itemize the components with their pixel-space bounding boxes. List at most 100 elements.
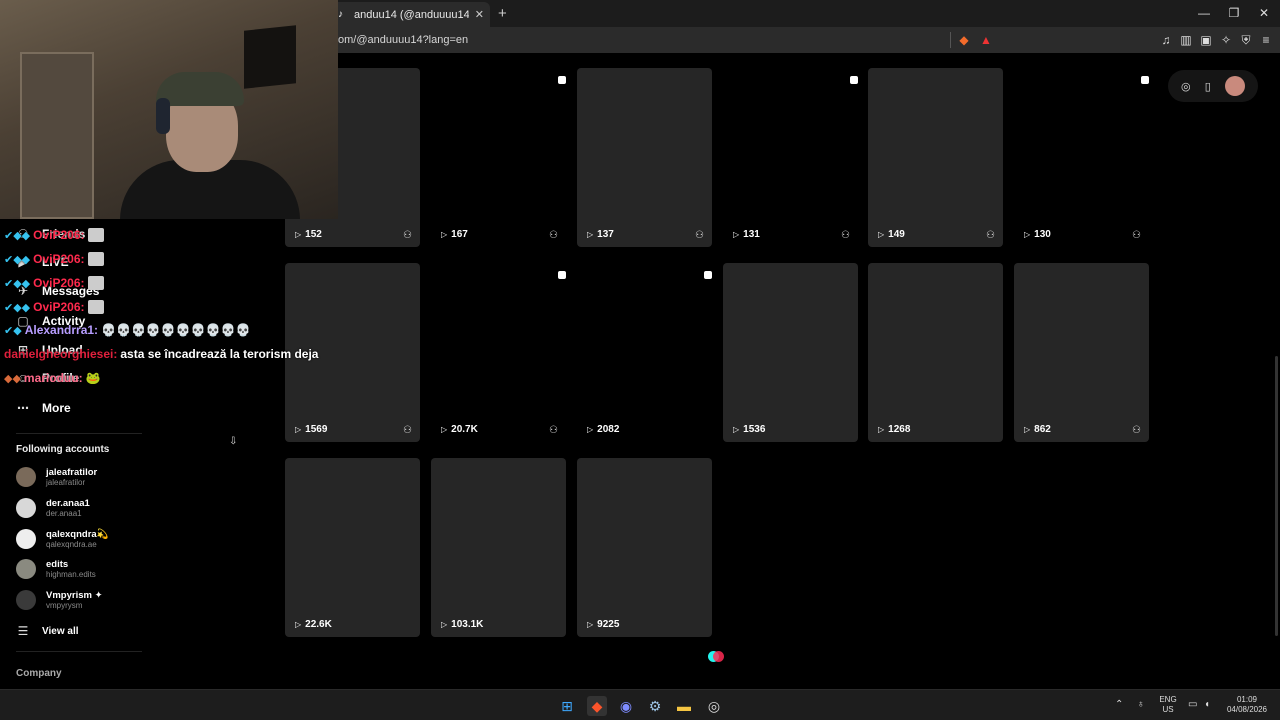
- tray-overflow-icon[interactable]: ⌃: [1115, 700, 1123, 710]
- sidebar-item-label: More: [42, 401, 71, 415]
- avatar: [16, 498, 36, 518]
- view-count-value: 131: [743, 229, 760, 240]
- chat-username: danielgheorghiesei:: [4, 347, 118, 361]
- view-count-value: 862: [1034, 424, 1051, 435]
- view-count-value: 167: [451, 229, 468, 240]
- view-count-value: 1268: [888, 424, 911, 435]
- mod-badge-icon: ✔◆◆: [4, 229, 31, 242]
- view-all-link[interactable]: ☰ View all: [16, 624, 79, 638]
- avatar: [16, 467, 36, 487]
- leo-ai-icon[interactable]: ✧: [1218, 32, 1234, 48]
- tab-close-icon[interactable]: ✕: [475, 8, 484, 21]
- mod-badge-icon: ✔◆◆: [4, 277, 31, 290]
- url-field[interactable]: om/@anduuuu14?lang=en: [338, 34, 468, 46]
- sidebar-toggle-icon[interactable]: ▥: [1178, 32, 1194, 48]
- minimize-button[interactable]: —: [1196, 6, 1212, 20]
- webcam-wall-art: [244, 25, 296, 89]
- play-icon: ▷: [733, 230, 740, 239]
- emote-icon: [87, 276, 104, 290]
- view-count-value: 1536: [743, 424, 766, 435]
- scrollbar[interactable]: [1275, 356, 1278, 636]
- following-account[interactable]: edits highman.edits: [16, 559, 96, 579]
- chat-username: OviP206:: [33, 228, 85, 242]
- media-icon[interactable]: ♫: [1158, 32, 1174, 48]
- video-card[interactable]: ▷ 22.6K: [285, 458, 420, 637]
- clock[interactable]: 01:09 04/08/2026: [1222, 695, 1272, 715]
- chat-message: ✔◆◆ OviP206:: [4, 300, 104, 314]
- video-card[interactable]: ▷ 1536: [723, 263, 858, 442]
- maximize-button[interactable]: ❐: [1226, 6, 1242, 20]
- view-all-label: View all: [42, 625, 79, 637]
- browser-tab[interactable]: ♪ anduu14 (@anduuuu14) | TikTok ✕: [332, 2, 490, 27]
- sub-badge-icon: ◆◆: [4, 372, 21, 385]
- list-icon: ☰: [17, 624, 29, 638]
- video-card[interactable]: ▷ 131 ⚇: [723, 68, 858, 247]
- account-handle: vmpyrysm: [46, 601, 83, 610]
- file-explorer-icon[interactable]: ▬: [674, 696, 694, 716]
- following-account[interactable]: der.anaa1 der.anaa1: [16, 498, 90, 518]
- video-card[interactable]: ▷ 1268: [868, 263, 1003, 442]
- video-card[interactable]: ▷ 103.1K: [431, 458, 566, 637]
- compass-icon[interactable]: ◎: [1181, 80, 1191, 93]
- following-account[interactable]: qalexqndra💫 qalexqndra.ae: [16, 529, 109, 549]
- webcam-background-door: [20, 52, 94, 219]
- steam-icon[interactable]: ⚙: [645, 696, 665, 716]
- account-handle: der.anaa1: [46, 509, 82, 518]
- chat-message: ◆◆ marioduu: 🐸: [4, 371, 101, 385]
- multi-photo-icon: [704, 271, 712, 279]
- video-card[interactable]: ▷ 167 ⚇: [431, 68, 566, 247]
- brave-rewards-icon[interactable]: ▲: [978, 32, 994, 48]
- chat-username: OviP206:: [33, 276, 85, 290]
- play-icon: ▷: [1024, 425, 1031, 434]
- following-account[interactable]: Vmpyrism ✦ vmpyrysm: [16, 590, 103, 610]
- video-card[interactable]: ▷ 130 ⚇: [1014, 68, 1149, 247]
- network-icon[interactable]: ▭: [1188, 700, 1197, 710]
- clock-date: 04/08/2026: [1226, 705, 1268, 714]
- video-card[interactable]: ▷ 149 ⚇: [868, 68, 1003, 247]
- view-count: ▷ 103.1K: [441, 619, 483, 630]
- language-code: ENG: [1159, 695, 1177, 704]
- sidebar-item-more[interactable]: ⋯ More: [16, 401, 71, 415]
- language-indicator[interactable]: ENG US: [1156, 695, 1180, 715]
- friends-only-icon: ⚇: [549, 425, 558, 436]
- view-count: ▷ 149: [878, 229, 905, 240]
- video-card[interactable]: ▷ 2082: [577, 263, 712, 442]
- phone-icon[interactable]: ▯: [1205, 80, 1211, 93]
- multi-photo-icon: [1141, 76, 1149, 84]
- play-icon: ▷: [295, 620, 302, 629]
- play-icon: ▷: [295, 425, 302, 434]
- avatar[interactable]: [1224, 76, 1245, 96]
- vpn-shield-icon[interactable]: ⛨: [1238, 32, 1254, 48]
- microphone-icon[interactable]: ♁: [1137, 700, 1145, 710]
- video-card[interactable]: ▷ 862 ⚇: [1014, 263, 1149, 442]
- windows-taskbar: ⊞ ◆ ◉ ⚙ ▬ ◎ ⌃ ENG US ♁ ▭ ◖ 01:09 04/08/2…: [0, 689, 1280, 720]
- play-icon: ▷: [587, 620, 594, 629]
- view-count-value: 152: [305, 229, 322, 240]
- chat-message: danielgheorghiesei: asta se încadrează l…: [4, 347, 318, 361]
- video-card[interactable]: ▷ 137 ⚇: [577, 68, 712, 247]
- friends-only-icon: ⚇: [695, 230, 704, 241]
- menu-icon[interactable]: ≡: [1258, 32, 1274, 48]
- chat-text: 🐸: [85, 371, 101, 385]
- view-count-value: 2082: [597, 424, 620, 435]
- view-count: ▷ 167: [441, 229, 468, 240]
- region-code: US: [1162, 705, 1174, 714]
- view-count: ▷ 22.6K: [295, 619, 332, 630]
- company-link[interactable]: Company: [16, 668, 62, 679]
- windows-start-icon[interactable]: ⊞: [557, 696, 577, 716]
- wallet-icon[interactable]: ▣: [1198, 32, 1214, 48]
- volume-icon[interactable]: ◖: [1204, 700, 1210, 710]
- following-account[interactable]: jaleafratilor jaleafratilor: [16, 467, 97, 487]
- avatar: [16, 529, 36, 549]
- discord-icon[interactable]: ◉: [616, 696, 636, 716]
- brave-shields-icon[interactable]: ◆: [956, 32, 972, 48]
- friends-only-icon: ⚇: [549, 230, 558, 241]
- emote-icon: [87, 228, 104, 242]
- view-count: ▷ 2082: [587, 424, 619, 435]
- close-window-button[interactable]: ✕: [1256, 6, 1272, 20]
- new-tab-button[interactable]: +: [498, 5, 507, 22]
- obs-icon[interactable]: ◎: [704, 696, 724, 716]
- video-card[interactable]: ▷ 20.7K ⚇: [431, 263, 566, 442]
- video-card[interactable]: ▷ 9225: [577, 458, 712, 637]
- brave-browser-icon[interactable]: ◆: [587, 696, 607, 716]
